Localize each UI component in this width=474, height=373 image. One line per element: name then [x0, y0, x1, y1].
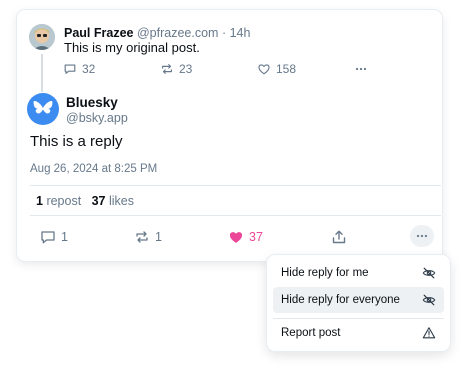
divider: [30, 215, 441, 216]
ellipsis-icon: [355, 67, 367, 71]
parent-repost-count: 23: [179, 62, 193, 76]
likes-stat[interactable]: 37 likes: [92, 194, 134, 208]
parent-reply-count: 32: [82, 62, 96, 76]
reply-more-button[interactable]: [410, 225, 434, 247]
repost-button[interactable]: 1: [134, 229, 162, 245]
parent-post-time[interactable]: 14h: [230, 26, 251, 40]
parent-like-button[interactable]: 158: [257, 62, 296, 76]
parent-author-name[interactable]: Paul Frazee: [64, 26, 133, 40]
repost-icon: [162, 64, 172, 74]
likes-stat-label: likes: [109, 194, 135, 208]
post-options-menu: Hide reply for me Hide reply for everyon…: [267, 255, 450, 351]
parent-author-handle[interactable]: @pfrazee.com: [137, 26, 218, 40]
thread-line: [41, 54, 43, 92]
avatar-image-icon: [29, 24, 55, 50]
reply-author-name[interactable]: Bluesky: [66, 95, 118, 110]
heart-outline-icon: [258, 64, 270, 75]
engagement-stats: 1 repost 37 likes: [36, 194, 134, 208]
reply-button[interactable]: 1: [40, 229, 68, 245]
parent-post-header: Paul Frazee @pfrazee.com · 14h: [64, 26, 250, 40]
likes-stat-count: 37: [91, 194, 106, 208]
eye-slash-icon: [422, 267, 436, 279]
parent-author-avatar[interactable]: [29, 24, 55, 50]
menu-item-label: Hide reply for me: [281, 267, 369, 279]
menu-item-hide-for-everyone[interactable]: Hide reply for everyone: [273, 287, 444, 313]
butterfly-logo-icon: [33, 101, 53, 114]
reply-post-date: Aug 26, 2024 at 8:25 PM: [30, 163, 158, 175]
header-separator: ·: [221, 26, 227, 40]
divider: [30, 185, 441, 186]
parent-reply-button[interactable]: 32: [63, 62, 95, 76]
parent-repost-button[interactable]: 23: [160, 62, 192, 76]
share-icon: [332, 230, 346, 244]
like-count: 37: [249, 230, 263, 244]
menu-item-label: Report post: [281, 327, 341, 339]
comment-icon: [64, 64, 76, 74]
repost-stat-count: 1: [36, 194, 43, 208]
reply-author-handle[interactable]: @bsky.app: [66, 111, 128, 125]
reply-post-text: This is a reply: [30, 133, 123, 150]
repost-count: 1: [155, 230, 162, 244]
ellipsis-icon: [416, 234, 428, 238]
menu-item-report-post[interactable]: Report post: [273, 320, 444, 346]
heart-filled-icon: [229, 232, 243, 243]
parent-more-button[interactable]: [354, 62, 368, 76]
comment-icon: [41, 231, 55, 244]
reply-author-avatar[interactable]: [27, 93, 59, 125]
like-button[interactable]: 37: [228, 229, 263, 245]
share-button[interactable]: [331, 229, 347, 245]
warning-triangle-icon: [422, 327, 436, 339]
parent-post-text: This is my original post.: [64, 40, 200, 55]
menu-item-label: Hide reply for everyone: [281, 294, 400, 306]
repost-stat[interactable]: 1 repost: [36, 194, 81, 208]
repost-icon: [136, 231, 148, 243]
eye-slash-icon: [422, 294, 436, 306]
menu-separator: [273, 318, 444, 319]
parent-like-count: 158: [276, 62, 297, 76]
reply-count: 1: [61, 230, 68, 244]
repost-stat-label: repost: [46, 194, 82, 208]
menu-item-hide-for-me[interactable]: Hide reply for me: [273, 260, 444, 286]
